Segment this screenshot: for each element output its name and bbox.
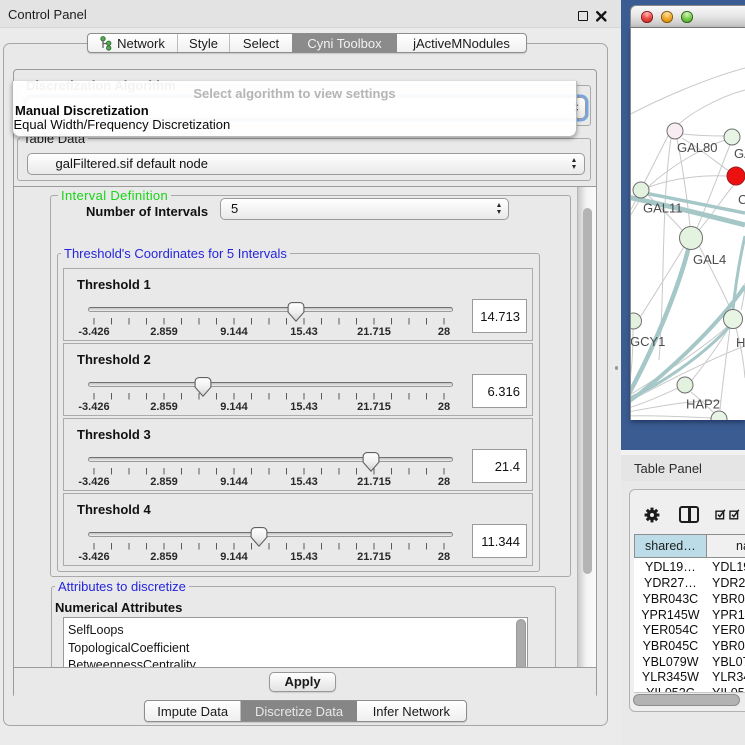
svg-text:GCY1: GCY1 bbox=[631, 334, 665, 349]
svg-text:GAL11: GAL11 bbox=[643, 201, 683, 216]
svg-text:HA: HA bbox=[736, 335, 745, 350]
svg-text:GAL80: GAL80 bbox=[677, 140, 717, 155]
svg-text:GAL3: GAL3 bbox=[734, 146, 745, 161]
svg-text:HAP2: HAP2 bbox=[686, 397, 720, 412]
svg-text:GAL4: GAL4 bbox=[693, 252, 726, 267]
svg-text:CRP: CRP bbox=[738, 192, 745, 207]
